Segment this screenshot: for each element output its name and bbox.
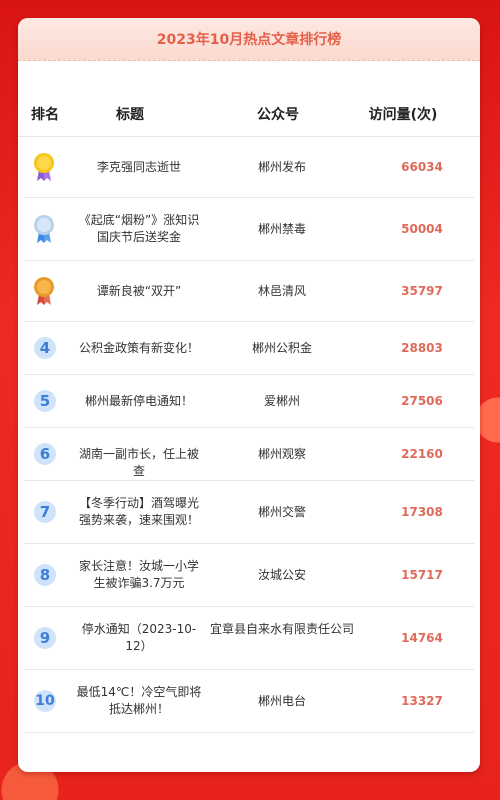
table-row[interactable]: 8 家长注意！汝城一小学生被诈骗3.7万元 汝城公安 15717 [24, 544, 474, 607]
account-name: 林邑清风 [257, 284, 306, 298]
article-title[interactable]: 《起底“烟粉”》涨知识 国庆节后送奖金 [74, 212, 204, 246]
rank-badge: 6 [34, 443, 56, 465]
table-row[interactable]: 4 公积金政策有新变化！ 郴州公积金 28803 [24, 322, 474, 375]
table-row[interactable]: 《起底“烟粉”》涨知识 国庆节后送奖金 郴州禁毒 50004 [24, 198, 474, 261]
silver-medal-icon [34, 215, 54, 243]
account-name: 郴州观察 [257, 447, 306, 461]
visit-count: 17308 [401, 505, 443, 519]
header-account: 公众号 [257, 107, 299, 123]
article-title[interactable]: 家长注意！汝城一小学生被诈骗3.7万元 [74, 558, 204, 592]
visit-count: 13327 [401, 694, 443, 708]
article-title[interactable]: 郴州最新停电通知！ [74, 393, 204, 410]
account-name: 宜章县自来水有限责任公司 [210, 622, 355, 636]
account-name: 汝城公安 [257, 568, 306, 582]
page-title: 2023年10月热点文章排行榜 [156, 32, 342, 48]
header-rank: 排名 [31, 107, 59, 123]
article-title[interactable]: 最低14℃！冷空气即将抵达郴州！ [74, 684, 204, 718]
table-row[interactable]: 李克强同志逝世 郴州发布 66034 [24, 137, 474, 198]
visit-count: 22160 [401, 447, 443, 461]
rank-badge: 8 [34, 564, 56, 586]
header-title: 标题 [116, 107, 144, 123]
rank-badge: 4 [34, 337, 56, 359]
visit-count: 66034 [401, 160, 443, 174]
account-name: 郴州交警 [257, 505, 306, 519]
article-title[interactable]: 【冬季行动】酒驾曝光强势来袭，速来围观！ [74, 495, 204, 529]
article-title[interactable]: 李克强同志逝世 [74, 159, 204, 176]
article-title[interactable]: 停水通知（2023-10-12） [74, 621, 204, 655]
account-name: 郴州电台 [257, 694, 306, 708]
account-name: 爱郴州 [263, 394, 300, 408]
header-visits: 访问量(次) [368, 107, 438, 123]
account-name: 郴州发布 [257, 160, 306, 174]
visit-count: 35797 [401, 284, 443, 298]
article-title[interactable]: 公积金政策有新变化！ [74, 340, 204, 357]
table-header: 排名 标题 公众号 访问量(次) [18, 88, 480, 137]
table-row[interactable]: 5 郴州最新停电通知！ 爱郴州 27506 [24, 375, 474, 428]
visit-count: 14764 [401, 631, 443, 645]
table-row[interactable]: 10 最低14℃！冷空气即将抵达郴州！ 郴州电台 13327 [24, 670, 474, 733]
rank-badge: 10 [34, 690, 56, 712]
visit-count: 15717 [401, 568, 443, 582]
rank-badge: 5 [34, 390, 56, 412]
rank-badge: 7 [34, 501, 56, 523]
visit-count: 28803 [401, 341, 443, 355]
ranking-card: 2023年10月热点文章排行榜 排名 标题 公众号 访问量(次) 李克强同志逝世… [18, 18, 480, 772]
title-banner: 2023年10月热点文章排行榜 [18, 18, 480, 61]
bronze-medal-icon [34, 277, 54, 305]
visit-count: 27506 [401, 394, 443, 408]
visit-count: 50004 [401, 222, 443, 236]
table-row[interactable]: 9 停水通知（2023-10-12） 宜章县自来水有限责任公司 14764 [24, 607, 474, 670]
table-row[interactable]: 6 湖南一副市长，任上被查 郴州观察 22160 [24, 428, 474, 481]
table-row[interactable]: 谭新良被“双开” 林邑清风 35797 [24, 261, 474, 322]
table-row[interactable]: 7 【冬季行动】酒驾曝光强势来袭，速来围观！ 郴州交警 17308 [24, 481, 474, 544]
account-name: 郴州禁毒 [257, 222, 306, 236]
account-name: 郴州公积金 [251, 341, 312, 355]
rank-badge: 9 [34, 627, 56, 649]
gold-medal-icon [34, 153, 54, 181]
article-title[interactable]: 谭新良被“双开” [74, 283, 204, 300]
article-title[interactable]: 湖南一副市长，任上被查 [74, 446, 204, 480]
